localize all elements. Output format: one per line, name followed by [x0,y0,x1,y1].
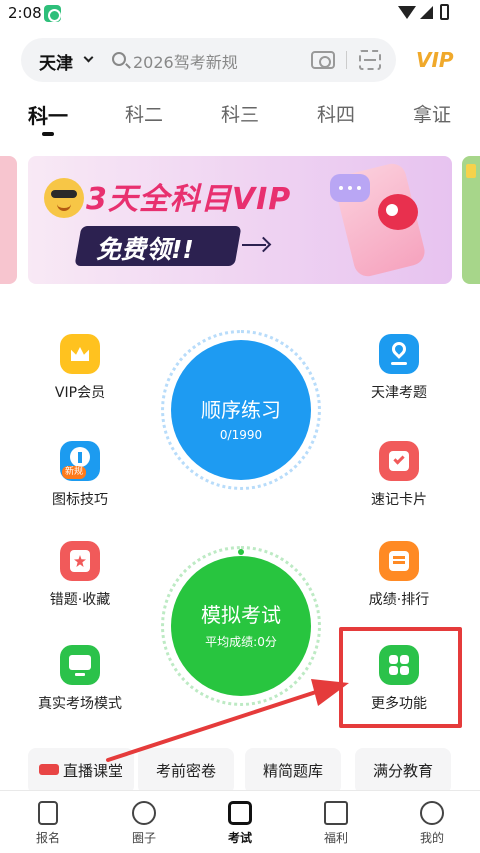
banner-cta[interactable]: 免费领!! [96,230,194,266]
nav-register[interactable]: 报名 [8,791,88,853]
nav-welfare[interactable]: 福利 [296,791,376,853]
live-icon [38,764,59,775]
feature-vip-member[interactable]: VIP会员 [25,334,135,414]
banner-title: 3天全科目VIP [86,182,292,217]
exam-progress-dot [238,549,244,555]
gift-icon [324,801,348,825]
nav-label: 报名 [35,831,60,845]
wifi-icon [398,6,416,19]
signal-icon [420,6,433,19]
tab-get-license[interactable]: 拿证 [413,100,451,127]
feature-label: 错题·收藏 [49,592,111,608]
quick-link-label: 考前密卷 [155,762,216,780]
search-input[interactable]: 2026驾考新规 [133,49,238,73]
quick-link-compact-bank[interactable]: 精简题库 [245,748,341,794]
chat-icon [132,801,156,825]
tab-subject-4[interactable]: 科四 [317,100,355,127]
feature-local-questions[interactable]: 天津考题 [344,334,454,414]
nav-profile[interactable]: 我的 [392,791,472,853]
nav-label: 圈子 [131,831,156,845]
monitor-icon [60,645,100,685]
practice-progress: 0/1990 [219,428,263,442]
upload-icon: 新规 [60,441,100,481]
crown-icon [60,334,100,374]
exam-average-score: 平均成绩:0分 [205,635,277,649]
chat-bubble-icon [330,174,370,202]
annotation-highlight-box [339,627,462,728]
chevron-down-icon[interactable] [83,52,94,63]
city-selector[interactable]: 天津 [39,49,73,74]
quick-link-full-score[interactable]: 满分教育 [355,748,451,794]
quick-link-label: 精简题库 [262,762,323,780]
bottom-nav: 报名 圈子 考试 福利 我的 [0,790,480,853]
subject-tabs: 科一 科二 科三 科四 拿证 [0,96,480,136]
feature-sign-tips[interactable]: 新规 图标技巧 [25,441,135,521]
quick-link-label: 直播课堂 [62,762,123,780]
banner-next-slide[interactable] [462,156,480,284]
banner-prev-slide[interactable] [0,156,17,284]
status-time: 2:08 [8,4,42,22]
search-bar[interactable]: 天津 2026驾考新规 [21,38,396,82]
document-icon [38,801,58,825]
check-card-icon [379,441,419,481]
bird-mascot-icon [378,194,418,230]
promo-banner[interactable]: 3天全科目VIP 免费领!! [28,156,452,284]
feature-label: 成绩·排行 [368,592,430,608]
camera-icon[interactable] [311,51,335,69]
arrow-right-icon [242,244,266,246]
nav-label: 我的 [419,831,444,845]
sunglasses-emoji-icon [44,178,84,218]
profile-icon [420,801,444,825]
feature-real-exam-mode[interactable]: 真实考场模式 [25,645,135,725]
sequential-practice-button[interactable]: 顺序练习 0/1990 [171,340,311,480]
nav-label: 福利 [323,831,348,845]
nav-label: 考试 [227,831,252,845]
location-pin-icon [379,334,419,374]
tab-subject-3[interactable]: 科三 [221,100,259,127]
tab-indicator [42,132,54,136]
divider [346,51,347,69]
feature-scores-ranking[interactable]: 成绩·排行 [344,541,454,621]
quick-link-label: 满分教育 [372,762,433,780]
feature-label: 图标技巧 [52,492,108,508]
battery-icon [440,4,449,20]
feature-flash-cards[interactable]: 速记卡片 [344,441,454,521]
feature-label: VIP会员 [54,385,106,401]
quick-link-pre-exam-papers[interactable]: 考前密卷 [138,748,234,794]
tab-subject-2[interactable]: 科二 [125,100,163,127]
app-notification-icon [44,5,61,22]
new-badge: 新规 [62,466,87,479]
app-screen: 2:08 天津 2026驾考新规 VIP 科一 科二 科三 科四 拿证 3天全科… [0,0,480,853]
mock-exam-button[interactable]: 模拟考试 平均成绩:0分 [171,556,311,696]
wallet-icon [228,801,252,825]
nav-community[interactable]: 圈子 [104,791,184,853]
feature-mistakes-favorites[interactable]: 错题·收藏 [25,541,135,621]
feature-label: 天津考题 [371,385,427,401]
vip-button[interactable]: VIP [416,48,454,72]
list-icon [379,541,419,581]
nav-exam[interactable]: 考试 [200,791,280,853]
star-icon [60,541,100,581]
quick-link-live-class[interactable]: 直播课堂 [28,748,134,794]
tab-subject-1[interactable]: 科一 [28,100,68,129]
exam-title: 模拟考试 [201,603,281,627]
scan-icon[interactable] [359,50,381,70]
feature-label: 速记卡片 [371,492,427,508]
feature-label: 真实考场模式 [38,696,122,712]
practice-title: 顺序练习 [201,398,281,422]
search-icon [112,52,126,66]
status-bar: 2:08 [0,0,480,26]
